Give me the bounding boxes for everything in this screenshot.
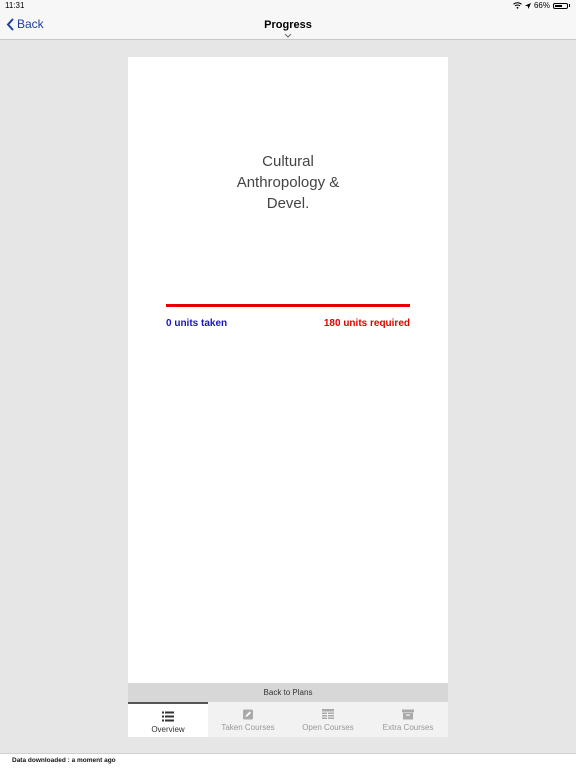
units-progress-bar [166,304,410,307]
status-indicators: 66% [513,1,570,10]
status-bar: 11:31 66% [0,0,576,12]
tab-taken-courses[interactable]: Taken Courses [208,702,288,737]
battery-percent: 66% [533,1,550,10]
back-to-plans-button[interactable]: Back to Plans [128,683,448,702]
tab-label: Open Courses [302,723,354,732]
tab-label: Extra Courses [382,723,434,732]
units-required-label: 180 units required [323,318,410,329]
units-taken-label: 0 units taken [166,318,228,329]
progress-card: Cultural Anthropology & Devel. 0 units t… [128,57,448,683]
tab-label: Overview [151,725,185,734]
plan-title-line: Anthropology & [236,174,340,191]
battery-nub [569,4,570,7]
battery-level [555,4,563,7]
footer: Data downloaded : a moment ago [0,753,576,768]
navigation-bar: Back Progress [0,12,576,40]
plan-title: Cultural Anthropology & Devel. [128,151,448,214]
archive-icon [402,709,414,720]
list-icon [162,711,174,722]
data-downloaded-status: Data downloaded : a moment ago [12,757,116,764]
status-time: 11:31 [5,1,25,10]
tab-open-courses[interactable]: Open Courses [288,702,368,737]
page-title: Progress [264,19,312,31]
edit-icon [243,709,253,720]
tab-overview[interactable]: Overview [128,702,208,737]
plan-title-line: Devel. [266,195,310,212]
table-icon [322,709,334,719]
tab-bar: Overview Taken Courses Open Courses Extr… [128,702,448,737]
chevron-down-icon[interactable] [284,33,292,38]
tab-extra-courses[interactable]: Extra Courses [368,702,448,737]
plan-title-line: Cultural [262,153,314,170]
wifi-icon [513,2,522,9]
battery-icon [553,2,568,9]
location-arrow-icon [524,2,531,9]
tab-label: Taken Courses [221,723,275,732]
